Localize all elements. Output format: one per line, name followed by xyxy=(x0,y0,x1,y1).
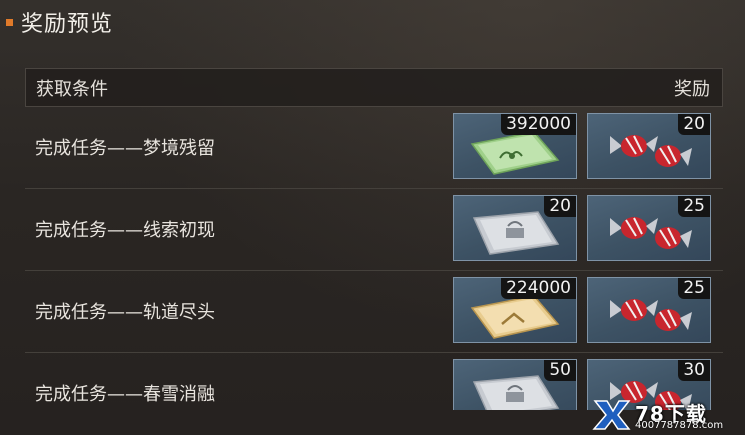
reward-count: 20 xyxy=(544,196,576,217)
table-row: 完成任务——线索初现 20 25 xyxy=(25,189,723,271)
reward-slot[interactable]: 224000 xyxy=(453,277,577,343)
reward-count: 25 xyxy=(678,278,710,299)
reward-slot[interactable]: 50 xyxy=(453,359,577,410)
reward-count: 50 xyxy=(544,360,576,381)
row-condition-label: 完成任务——轨道尽头 xyxy=(35,302,215,323)
panel-header: 奖励预览 xyxy=(0,0,745,44)
reward-slot[interactable]: 25 xyxy=(587,277,711,343)
reward-slot[interactable]: 25 xyxy=(587,195,711,261)
x-logo-icon xyxy=(592,400,631,430)
header-marker xyxy=(6,18,13,26)
table-row: 完成任务——梦境残留 392000 20 xyxy=(25,107,723,189)
reward-count: 20 xyxy=(678,114,710,135)
watermark: 78下载 4007787878.com xyxy=(591,397,741,433)
reward-count: 224000 xyxy=(501,278,576,299)
watermark-url: 4007787878.com xyxy=(635,420,724,431)
reward-count: 25 xyxy=(678,196,710,217)
reward-list[interactable]: 完成任务——梦境残留 392000 20 完成任务——线索初现 20 25 完成… xyxy=(25,107,723,410)
reward-slot[interactable]: 20 xyxy=(453,195,577,261)
column-header-reward: 奖励 xyxy=(674,78,710,100)
reward-count: 392000 xyxy=(501,114,576,135)
reward-slot[interactable]: 20 xyxy=(587,113,711,179)
reward-slot[interactable]: 392000 xyxy=(453,113,577,179)
row-condition-label: 完成任务——春雪消融 xyxy=(35,384,215,405)
column-header-condition: 获取条件 xyxy=(36,78,108,100)
table-row: 完成任务——轨道尽头 224000 25 xyxy=(25,271,723,353)
page-title: 奖励预览 xyxy=(21,12,114,37)
row-condition-label: 完成任务——线索初现 xyxy=(35,220,215,241)
row-condition-label: 完成任务——梦境残留 xyxy=(35,138,215,159)
table-header: 获取条件 奖励 xyxy=(25,68,723,107)
reward-count: 30 xyxy=(678,360,710,381)
